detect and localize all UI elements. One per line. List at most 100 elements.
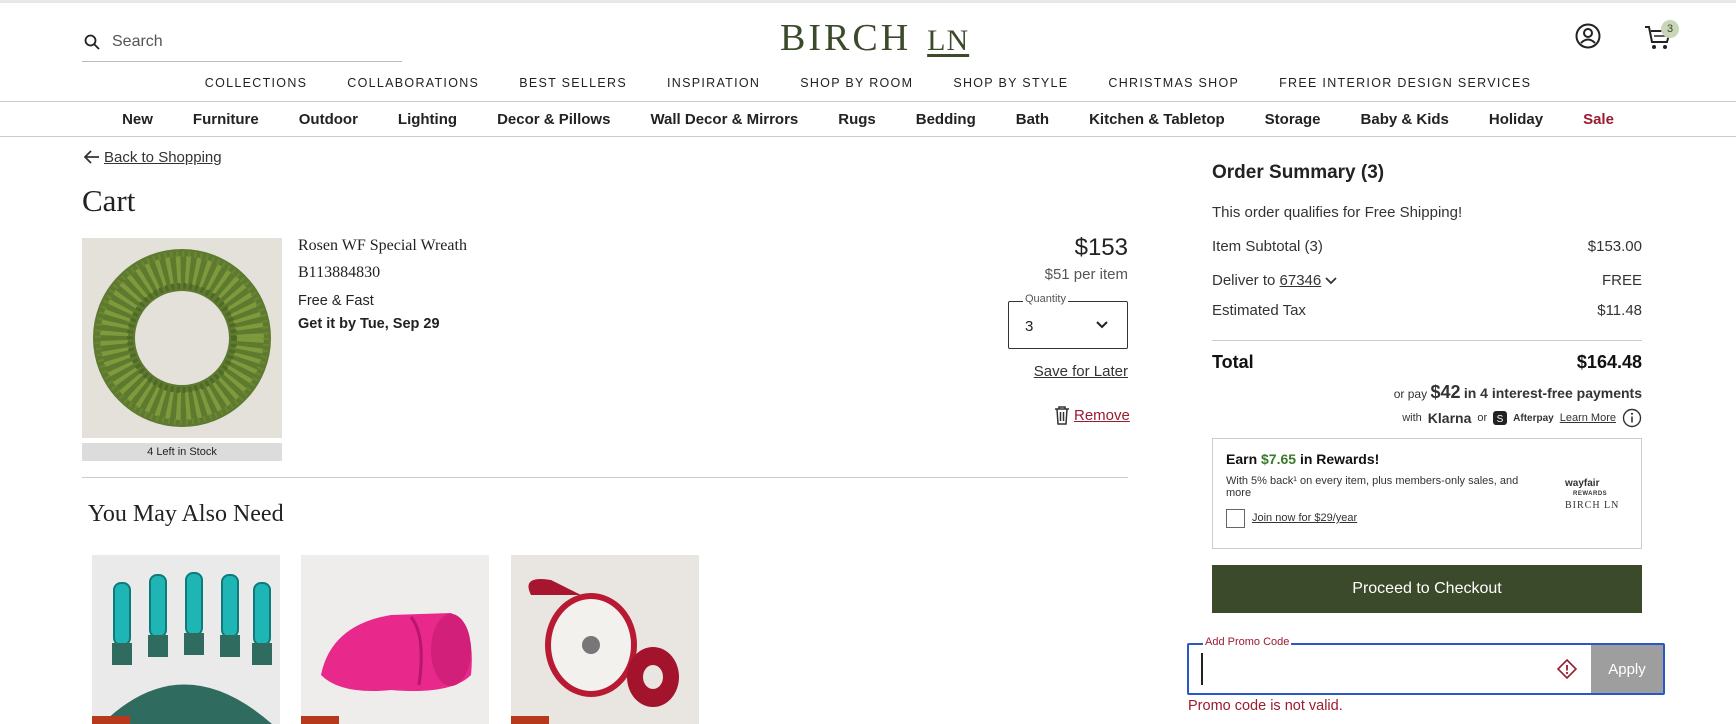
category-decor-pillows[interactable]: Decor & Pillows	[497, 111, 610, 128]
providers-or: or	[1477, 412, 1488, 424]
svg-text:S: S	[1497, 414, 1504, 425]
subtotal-value: $153.00	[1587, 238, 1642, 255]
join-rewards-checkbox[interactable]	[1226, 509, 1245, 528]
total-row: Total $164.48	[1212, 352, 1642, 373]
category-lighting[interactable]: Lighting	[398, 111, 457, 128]
deliver-row: Deliver to 67346 FREE	[1212, 272, 1642, 289]
proceed-to-checkout-button[interactable]: Proceed to Checkout	[1212, 565, 1642, 613]
cart-title: Cart	[82, 183, 136, 218]
cart-count-badge: 3	[1661, 20, 1679, 38]
topnav-inspiration[interactable]: INSPIRATION	[667, 76, 760, 96]
subtotal-label: Item Subtotal (3)	[1212, 238, 1323, 255]
learn-more-link[interactable]: Learn More	[1560, 412, 1616, 424]
search-bar[interactable]	[82, 22, 402, 62]
sale-tag	[92, 716, 130, 724]
trash-icon	[1055, 406, 1069, 425]
topnav-collections[interactable]: COLLECTIONS	[205, 76, 308, 96]
sale-tag	[511, 716, 549, 724]
search-input[interactable]	[112, 32, 372, 51]
product-sku: B113884830	[298, 264, 381, 281]
save-for-later-link[interactable]: Save for Later	[1034, 363, 1128, 380]
promo-error: Promo code is not valid.	[1188, 698, 1343, 714]
divider	[82, 477, 1128, 478]
remove-label: Remove	[1074, 406, 1130, 424]
category-kitchen[interactable]: Kitchen & Tabletop	[1089, 111, 1225, 128]
total-value: $164.48	[1576, 352, 1642, 372]
category-storage[interactable]: Storage	[1265, 111, 1321, 128]
join-rewards-link[interactable]: Join now for $29/year	[1252, 512, 1357, 524]
klarna-logo: Klarna	[1427, 410, 1472, 426]
rewards-amount: $7.65	[1261, 451, 1297, 467]
back-to-shopping-link[interactable]: Back to Shopping	[84, 146, 222, 168]
chevron-down-icon[interactable]	[1325, 277, 1338, 285]
category-baby-kids[interactable]: Baby & Kids	[1361, 111, 1449, 128]
per-item-price: $51 per item	[1044, 266, 1128, 283]
item-price: $153	[1074, 234, 1128, 261]
category-new[interactable]: New	[122, 111, 153, 128]
product-name[interactable]: Rosen WF Special Wreath	[298, 237, 467, 255]
apply-promo-button[interactable]: Apply	[1591, 645, 1663, 693]
tax-row: Estimated Tax $11.48	[1212, 302, 1642, 319]
delivery-date: Get it by Tue, Sep 29	[298, 316, 440, 332]
wreath-image	[82, 238, 282, 438]
installments-amount: $42	[1430, 382, 1461, 402]
quantity-select[interactable]: Quantity 3	[1008, 293, 1128, 349]
quantity-label: Quantity	[1023, 293, 1068, 305]
remove-button[interactable]: Remove	[1054, 405, 1130, 425]
chevron-down-icon	[1096, 321, 1108, 329]
recommend-title: You May Also Need	[88, 501, 284, 527]
deliver-to: Deliver to 67346	[1212, 272, 1338, 289]
product-image[interactable]	[82, 238, 282, 438]
topnav-christmas-shop[interactable]: CHRISTMAS SHOP	[1108, 76, 1239, 96]
total-label: Total	[1212, 352, 1254, 372]
promo-code-field[interactable]: Add Promo Code Apply	[1187, 636, 1665, 695]
arrow-left-icon	[84, 150, 99, 164]
info-icon[interactable]	[1622, 408, 1642, 428]
topnav-shop-by-room[interactable]: SHOP BY ROOM	[800, 76, 913, 96]
string-lights-image	[92, 555, 280, 724]
wayfair-rewards-logo: wayfair	[1565, 478, 1600, 489]
promo-input[interactable]	[1201, 653, 1561, 685]
account-icon[interactable]	[1575, 23, 1601, 49]
topnav-collaborations[interactable]: COLLABORATIONS	[347, 76, 479, 96]
pink-ribbon-image	[301, 555, 489, 724]
rewards-box: Earn $7.65 in Rewards! With 5% back¹ on …	[1212, 438, 1642, 549]
category-outdoor[interactable]: Outdoor	[299, 111, 358, 128]
category-rugs[interactable]: Rugs	[838, 111, 876, 128]
providers-with: with	[1402, 412, 1422, 424]
subtotal-row: Item Subtotal (3) $153.00	[1212, 238, 1642, 255]
installments-post: in 4 interest-free payments	[1463, 385, 1642, 401]
category-bath[interactable]: Bath	[1016, 111, 1049, 128]
shipping-label: Free & Fast	[298, 293, 374, 309]
deliver-label: Deliver to	[1212, 272, 1276, 289]
rewards-earn-post: in Rewards!	[1299, 451, 1380, 467]
category-furniture[interactable]: Furniture	[193, 111, 259, 128]
topnav-best-sellers[interactable]: BEST SELLERS	[519, 76, 627, 96]
top-border	[0, 0, 1736, 3]
category-sale[interactable]: Sale	[1583, 111, 1614, 128]
category-nav: New Furniture Outdoor Lighting Decor & P…	[0, 101, 1736, 137]
recommend-item-red-ribbon[interactable]	[511, 555, 699, 724]
birchln-logo-small: BIRCH LN	[1565, 500, 1620, 511]
installments-pre: or pay	[1393, 387, 1428, 401]
rewards-logo-text: REWARDS	[1573, 491, 1608, 497]
topnav-design-services[interactable]: FREE INTERIOR DESIGN SERVICES	[1279, 76, 1531, 96]
site-logo[interactable]: BIRCH LN	[780, 16, 982, 59]
order-summary-title: Order Summary (3)	[1212, 162, 1385, 183]
tax-label: Estimated Tax	[1212, 302, 1306, 319]
quantity-value: 3	[1025, 318, 1034, 335]
category-wall-decor[interactable]: Wall Decor & Mirrors	[650, 111, 798, 128]
back-label: Back to Shopping	[104, 148, 222, 166]
recommend-item-pink-ribbon[interactable]	[301, 555, 489, 724]
category-bedding[interactable]: Bedding	[916, 111, 976, 128]
recommend-item-lights[interactable]	[92, 555, 280, 724]
sale-tag	[301, 716, 339, 724]
search-icon	[84, 34, 100, 50]
rewards-heading: Earn $7.65 in Rewards!	[1226, 451, 1379, 467]
logo-ln: LN	[927, 24, 970, 57]
stock-label: 4 Left in Stock	[82, 443, 282, 461]
warning-icon	[1557, 659, 1577, 679]
zip-link[interactable]: 67346	[1280, 272, 1322, 289]
category-holiday[interactable]: Holiday	[1489, 111, 1543, 128]
topnav-shop-by-style[interactable]: SHOP BY STYLE	[953, 76, 1068, 96]
